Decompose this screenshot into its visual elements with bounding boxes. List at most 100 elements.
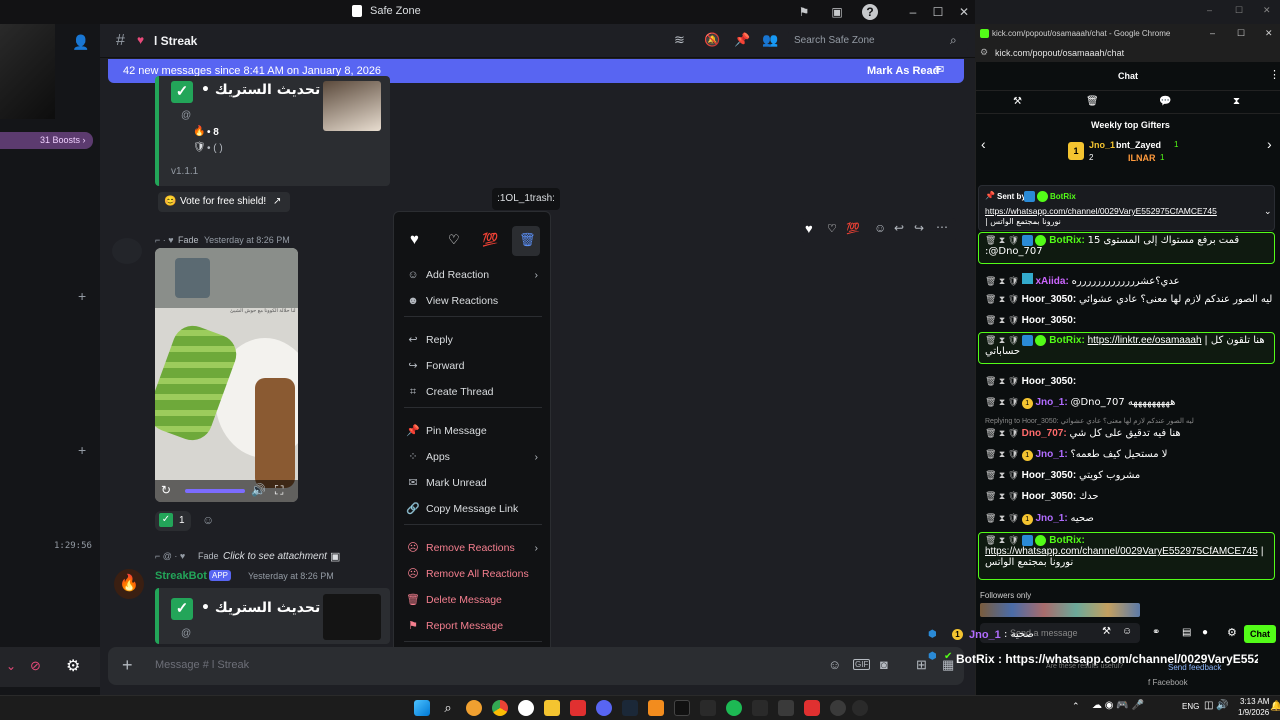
chat-message[interactable]: 🗑 ⧗ 🛡 BotRix: قمت برفع مستواك إلى المستو… xyxy=(985,235,1275,257)
help-icon[interactable]: ? xyxy=(862,4,878,20)
search-box[interactable]: Search Safe Zone ⌕ xyxy=(788,30,968,52)
emoji-icon[interactable]: ☺ xyxy=(874,221,886,235)
streakbot-author[interactable]: StreakBot xyxy=(155,570,207,582)
mod-icons[interactable]: 🗑 ⧗ 🛡 xyxy=(985,470,1022,480)
sent-by-user[interactable]: BotRix xyxy=(1050,192,1076,201)
restore-icon-top[interactable]: ☐ xyxy=(1235,5,1243,16)
chat-message[interactable]: 🗑 ⧗ 🛡 BotRix: https://whatsapp.com/chann… xyxy=(985,535,1275,568)
chat-message[interactable]: 🗑 ⧗ 🛡 1 Jno_1: لا مستحيل كيف طعمه؟ xyxy=(985,449,1275,461)
mod-icons[interactable]: 🗑 ⧗ 🛡 xyxy=(985,335,1022,345)
heart-outline-icon[interactable]: ♡ xyxy=(827,222,837,235)
close-icon[interactable]: ✕ xyxy=(956,4,972,20)
emoji-picker-icon[interactable]: ☺ xyxy=(828,657,841,672)
tool-icon[interactable] xyxy=(778,700,794,716)
mod-icons[interactable]: 🗑 ⧗ 🛡 xyxy=(985,449,1022,459)
chevron-down-icon[interactable]: ⌄ xyxy=(6,659,16,673)
spotify-icon[interactable] xyxy=(726,700,742,716)
recorder-icon[interactable] xyxy=(804,700,820,716)
sticker-icon[interactable]: ◙ xyxy=(880,657,888,672)
mod-icons[interactable]: 🗑 ⧗ 🛡 xyxy=(985,376,1022,386)
chat-message[interactable]: 🗑 ⧗ 🛡 Hoor_3050: ليه الصور عندكم لازم له… xyxy=(985,294,1275,305)
language-indicator[interactable]: ENG xyxy=(1182,702,1199,711)
chrome-icon[interactable] xyxy=(492,700,508,716)
embed-thumbnail[interactable] xyxy=(323,81,381,131)
emote-row[interactable] xyxy=(980,603,1140,617)
network-volume-icons[interactable]: ◫ 🔊 xyxy=(1204,700,1229,711)
chat-message[interactable]: 🗑 ⧗ 🛡 Hoor_3050: مشروب كويتي xyxy=(985,470,1275,481)
mod-icons[interactable]: 🗑 ⧗ 🛡 xyxy=(985,397,1022,407)
tray-icons[interactable]: ☁ ◉ 🎮 🎤 xyxy=(1092,700,1144,711)
youtube-icon[interactable] xyxy=(570,700,586,716)
context-menu-item[interactable]: ⁘ Apps › xyxy=(404,446,542,468)
context-menu-item[interactable]: 🔗 Copy Message Link xyxy=(404,498,542,520)
discord-taskbar-icon[interactable] xyxy=(596,700,612,716)
chat-message[interactable]: 🗑 ⧗ 🛡 xAiida: عدي؟عشررررررررررررره xyxy=(985,273,1275,287)
url-text[interactable]: kick.com/popout/osamaaah/chat xyxy=(995,48,1124,58)
file-explorer-icon[interactable] xyxy=(544,700,560,716)
chat-message[interactable]: 🗑 ⧗ 🛡 Hoor_3050: xyxy=(985,376,1275,387)
chat-message[interactable]: 🗑 ⧗ 🛡 Hoor_3050: حدك xyxy=(985,491,1275,502)
trash-quick-reaction[interactable]: 🗑 xyxy=(512,226,540,256)
chat-reply-context[interactable]: Replying to Hoor_3050: ليه الصور عندكم ل… xyxy=(985,417,1275,425)
add-reaction-icon[interactable]: ☺ xyxy=(202,513,214,527)
chat-username[interactable]: Dno_707 xyxy=(1022,428,1064,439)
chat-message[interactable]: 🗑 ⧗ 🛡 Dno_707: هنا فيه تدقيق على كل شي xyxy=(985,428,1275,439)
context-menu-item[interactable]: ⌗ Create Thread xyxy=(404,381,542,403)
reply-user-2[interactable]: Fade xyxy=(198,551,219,561)
chat-link[interactable]: https://whatsapp.com/channel/0029VaryE55… xyxy=(985,546,1258,557)
replay-icon[interactable]: ↻ xyxy=(161,483,171,497)
expand-icon[interactable]: ⌄ xyxy=(1264,206,1272,217)
connect-icon[interactable]: ⚭ xyxy=(1152,627,1160,638)
attachment-video[interactable]: لنا حلالة الكوونا مع حوش الشيئ ↻ 🔊 ⛶ xyxy=(155,248,298,502)
heart-outline-quick-icon[interactable]: ♡ xyxy=(448,232,460,248)
chat-username[interactable]: Hoor_3050 xyxy=(1022,470,1073,481)
mod-icons[interactable]: 🗑 ⧗ 🛡 xyxy=(985,428,1022,438)
chat-settings-gear-icon[interactable]: ⚙ xyxy=(1227,626,1237,639)
widget-icon[interactable] xyxy=(466,700,482,716)
reply-text-2[interactable]: Click to see attachment xyxy=(223,551,327,562)
chat-bubble-icon[interactable]: 💬 xyxy=(1159,96,1171,107)
apps-grid-icon[interactable]: ⊞ xyxy=(916,657,927,673)
maximize-icon[interactable]: ☐ xyxy=(930,4,946,20)
boosts-badge[interactable]: 31 Boosts › xyxy=(0,132,93,149)
chat-username[interactable]: Jno_1 xyxy=(1035,397,1064,408)
chat-send-button[interactable]: Chat xyxy=(1244,625,1276,643)
progress-bar[interactable] xyxy=(185,489,245,493)
more-icon[interactable]: ⋯ xyxy=(936,220,948,234)
mod-icons[interactable]: 🗑 ⧗ 🛡 xyxy=(985,491,1022,501)
mod-icons[interactable]: 🗑 ⧗ 🛡 xyxy=(985,315,1022,325)
embed-thumbnail-2[interactable] xyxy=(323,594,381,640)
gifter-name-2[interactable]: ILNAR xyxy=(1128,153,1156,163)
obs-icon[interactable] xyxy=(852,700,868,716)
flag-icon[interactable]: ⚑ xyxy=(796,4,812,20)
pin-icon[interactable]: 📌 xyxy=(734,32,750,48)
app-orange-icon[interactable] xyxy=(648,700,664,716)
heart-react-icon[interactable]: ♥ xyxy=(805,221,813,236)
vote-button[interactable]: 😊 Vote for free shield! ↗ xyxy=(158,192,290,212)
chat-link[interactable]: https://linktr.ee/osamaaah xyxy=(1088,335,1202,346)
member-list-icon[interactable]: 👥 xyxy=(762,32,778,48)
plus-icon-2[interactable]: + xyxy=(78,442,86,458)
chatgpt-icon[interactable] xyxy=(518,700,534,716)
heart-quick-icon[interactable]: ♥ xyxy=(410,231,419,248)
pinned-link[interactable]: https://whatsapp.com/channel/0029VaryE55… xyxy=(985,206,1217,216)
chat-menu-icon[interactable]: ⋮ xyxy=(1269,68,1280,81)
close-icon-top[interactable]: ✕ xyxy=(1263,5,1271,16)
context-menu-item[interactable]: 📌 Pin Message xyxy=(404,420,542,442)
hundred-quick-icon[interactable]: 💯 xyxy=(482,232,498,248)
chat-username[interactable]: Jno_1 xyxy=(1035,449,1064,460)
inbox-icon[interactable]: ▣ xyxy=(829,4,845,20)
editor-icon[interactable] xyxy=(752,700,768,716)
add-member-icon[interactable]: 👤 xyxy=(72,34,89,51)
gifters-next-icon[interactable]: › xyxy=(1267,136,1272,152)
facebook-link[interactable]: f Facebook xyxy=(1148,678,1188,687)
mark-as-read-button[interactable]: Mark As Read xyxy=(867,65,939,77)
mod-icons[interactable]: 🗑 ⧗ 🛡 xyxy=(985,513,1022,523)
hourglass-icon[interactable]: ⧗ xyxy=(1233,96,1240,107)
chat-message[interactable]: 🗑 ⧗ 🛡 Hoor_3050: xyxy=(985,315,1275,326)
chrome-close-icon[interactable]: ✕ xyxy=(1265,28,1273,39)
context-menu-item[interactable]: ☻ View Reactions xyxy=(404,290,542,312)
chat-username[interactable]: Hoor_3050 xyxy=(1022,491,1073,502)
context-menu-item[interactable]: ☺ Add Reaction › xyxy=(404,264,542,286)
send-feedback-button[interactable]: Send feedback xyxy=(1168,663,1221,672)
